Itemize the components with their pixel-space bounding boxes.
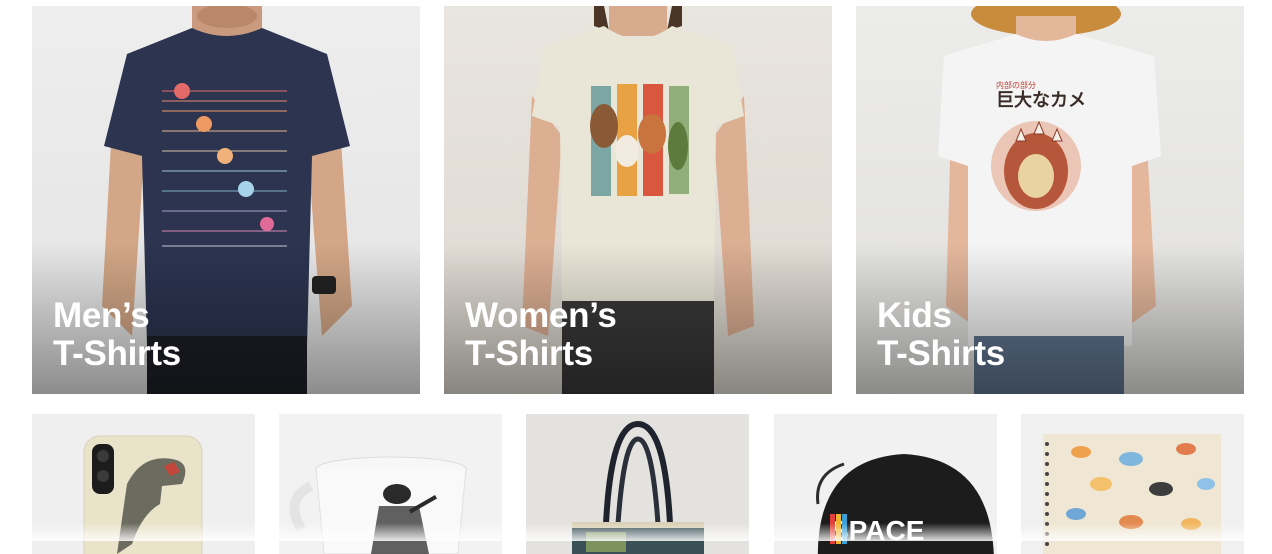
category-card-mugs[interactable] [279,414,502,554]
notebook-photo [1043,434,1221,554]
category-label-kids: Kids T-Shirts [877,297,1005,373]
tote-bag-photo [572,420,704,554]
category-card-notebooks[interactable] [1021,414,1244,554]
hat-photo: SPACE [816,454,994,554]
category-card-tote-bags[interactable] [526,414,749,554]
category-label-line1: Women’s [465,296,617,335]
category-label-line1: Men’s [53,296,150,335]
mug-photo [289,456,467,554]
kids-design-subtitle: 内部の部分 [996,80,1036,90]
category-label-line2: T-Shirts [877,334,1005,373]
category-card-hats[interactable]: SPACE [774,414,997,554]
category-label-mens: Men’s T-Shirts [53,297,181,373]
category-card-mens-tshirts[interactable]: Men’s T-Shirts [32,6,420,394]
phone-case-photo [83,435,203,554]
category-label-womens: Women’s T-Shirts [465,297,617,373]
category-label-line1: Kids [877,296,952,335]
category-card-womens-tshirts[interactable]: Women’s T-Shirts [444,6,832,394]
category-label-line2: T-Shirts [465,334,593,373]
category-card-kids-tshirts[interactable]: 巨大なカメ 内部の部分 Kids T-Shirts [856,6,1244,394]
category-card-phone-cases[interactable] [32,414,255,554]
kids-design-title: 巨大なカメ [996,89,1086,111]
category-label-line2: T-Shirts [53,334,181,373]
